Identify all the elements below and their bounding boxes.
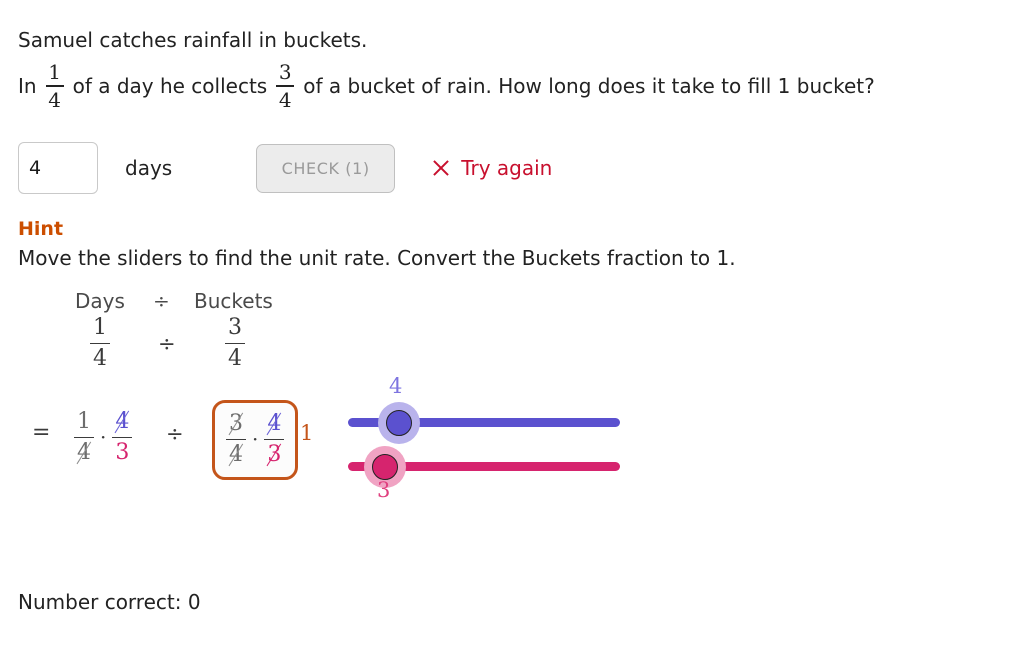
boxed-fraction-pair[interactable]: 3 4 · 4 3 bbox=[212, 400, 299, 481]
fraction-bar bbox=[264, 439, 285, 441]
x-mark-icon bbox=[431, 158, 451, 178]
denominator-cancelled: 4 bbox=[226, 443, 246, 467]
numerator: 3 bbox=[228, 315, 242, 340]
boxed-fraction-two: 4 3 bbox=[264, 412, 285, 467]
numerator-cancelled: 4 bbox=[112, 410, 132, 434]
problem-line-1: Samuel catches rainfall in buckets. bbox=[18, 28, 368, 52]
fraction-bar bbox=[225, 343, 245, 345]
check-button[interactable]: CHECK (1) bbox=[256, 143, 396, 193]
problem-fraction-days-numerator: 1 bbox=[48, 60, 61, 85]
original-fraction-days: 1 4 bbox=[90, 316, 110, 371]
problem-middle-text: of a day he collects bbox=[72, 74, 268, 98]
left-fraction-pair: 1 4 · 4 3 bbox=[74, 410, 133, 466]
numerator-cancelled: 3 bbox=[226, 412, 246, 436]
numerator: 1 bbox=[77, 409, 91, 434]
original-fraction-buckets: 3 4 bbox=[225, 316, 245, 371]
equals-sign: = bbox=[32, 420, 51, 445]
problem-fraction-buckets-numerator: 3 bbox=[278, 60, 292, 85]
feedback-text: Try again bbox=[461, 156, 553, 180]
slider-days-knob[interactable] bbox=[386, 410, 412, 436]
answer-input[interactable] bbox=[18, 142, 98, 194]
hint-text: Move the sliders to find the unit rate. … bbox=[18, 246, 736, 270]
fraction-bar bbox=[276, 85, 295, 87]
fraction-bar bbox=[112, 437, 133, 439]
problem-fraction-buckets-denominator: 4 bbox=[278, 87, 292, 112]
slider-value-days: 4 bbox=[389, 374, 403, 398]
denominator: 3 bbox=[115, 440, 130, 466]
multiply-dot: · bbox=[252, 426, 259, 451]
equation-row: = 1 4 · 4 3 ÷ 3 4 · 4 3 1 bbox=[18, 394, 338, 481]
score-label: Number correct: 0 bbox=[18, 590, 201, 614]
slider-days[interactable] bbox=[348, 402, 620, 444]
problem-suffix-text: of a bucket of rain. How long does it ta… bbox=[303, 74, 875, 98]
denominator-cancelled: 3 bbox=[264, 443, 284, 467]
problem-statement: Samuel catches rainfall in buckets. In 1… bbox=[18, 26, 875, 112]
numerator-cancelled: 4 bbox=[264, 412, 284, 436]
divide-operator-equation: ÷ bbox=[166, 422, 184, 446]
slider-buckets-knob[interactable] bbox=[372, 454, 398, 480]
problem-fraction-days-denominator: 4 bbox=[48, 87, 61, 112]
divide-operator: ÷ bbox=[158, 332, 176, 356]
column-label-divide: ÷ bbox=[153, 289, 170, 313]
hint-title: Hint bbox=[18, 218, 64, 240]
slider-value-buckets: 3 bbox=[377, 478, 391, 502]
fraction-bar bbox=[45, 85, 64, 87]
problem-line-2: In 1 4 of a day he collects 3 4 of a buc… bbox=[18, 60, 875, 112]
column-label-buckets: Buckets bbox=[194, 289, 273, 313]
column-label-days: Days bbox=[75, 289, 125, 313]
answer-row: days CHECK (1) Try again bbox=[18, 140, 552, 196]
slider-buckets[interactable] bbox=[348, 446, 620, 488]
fraction-bar bbox=[90, 343, 110, 345]
answer-units-label: days bbox=[125, 156, 173, 180]
numerator: 1 bbox=[93, 315, 107, 340]
denominator: 4 bbox=[93, 346, 107, 372]
slider-group: 4 3 bbox=[348, 366, 648, 502]
problem-prefix: In bbox=[18, 74, 37, 98]
fraction-bar bbox=[226, 439, 246, 441]
denominator-cancelled: 4 bbox=[74, 441, 94, 465]
boxed-result-value: 1 bbox=[300, 421, 314, 445]
left-fraction-one: 1 4 bbox=[74, 410, 94, 465]
fraction-bar bbox=[74, 437, 94, 439]
feedback-message: Try again bbox=[431, 156, 552, 180]
original-fractions-row: 1 4 ÷ 3 4 bbox=[18, 316, 318, 378]
boxed-pair-inner: 3 4 · 4 3 bbox=[226, 412, 285, 467]
denominator: 4 bbox=[228, 346, 242, 372]
left-fraction-two: 4 3 bbox=[112, 410, 133, 466]
multiply-dot: · bbox=[100, 424, 107, 449]
boxed-fraction-one: 3 4 bbox=[226, 412, 246, 467]
problem-fraction-buckets: 3 4 bbox=[276, 60, 295, 112]
problem-fraction-days: 1 4 bbox=[45, 60, 64, 112]
